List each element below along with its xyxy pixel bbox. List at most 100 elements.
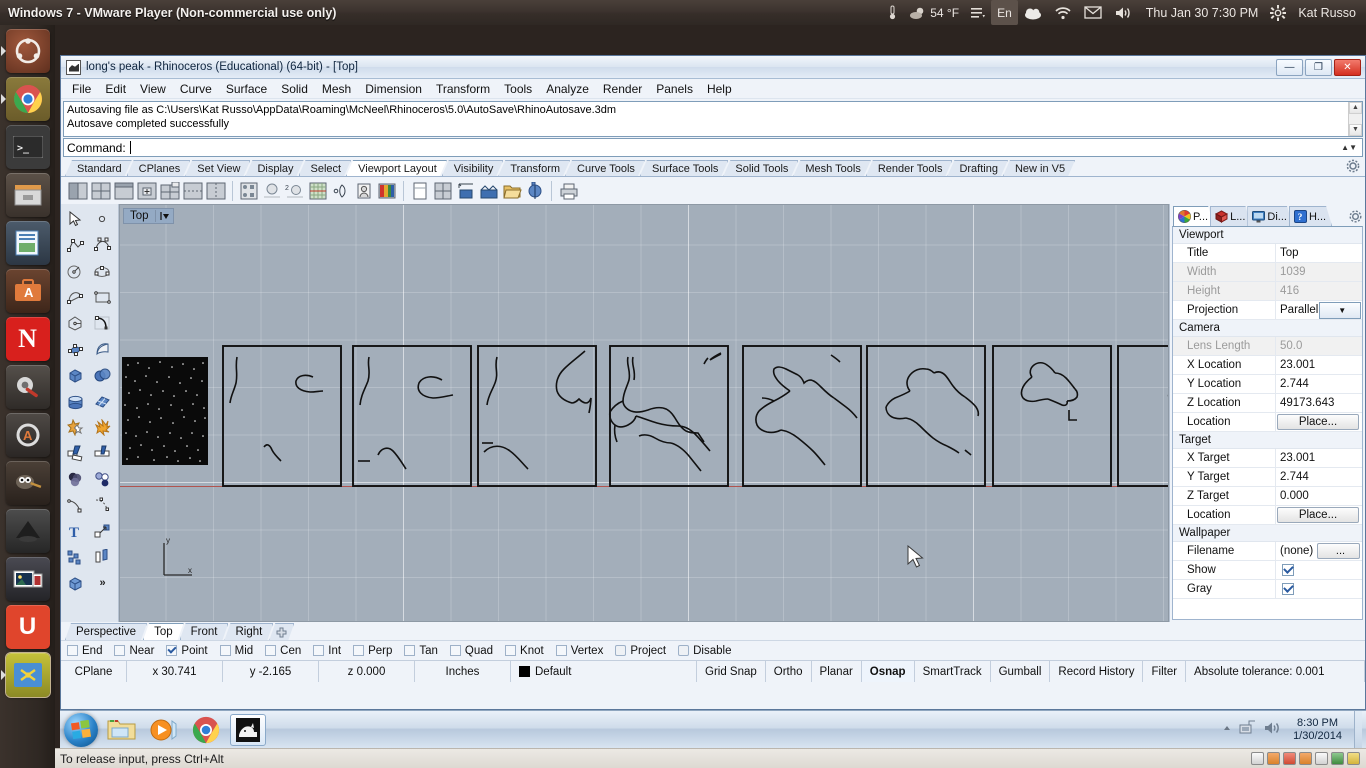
osnap-perp-checkbox[interactable] xyxy=(353,645,365,656)
taskbar-windows-explorer[interactable] xyxy=(104,714,140,746)
osnap-mid-checkbox[interactable] xyxy=(219,645,231,656)
row-y-target[interactable]: Y Target 2.744 xyxy=(1173,468,1362,487)
named-position-icon[interactable] xyxy=(353,180,375,202)
show-hidden-icons-arrow[interactable] xyxy=(1221,722,1233,737)
menu-curve[interactable]: Curve xyxy=(173,80,219,98)
row-projection[interactable]: Projection Parallel ▼ xyxy=(1173,301,1362,320)
volume-icon[interactable] xyxy=(1108,0,1140,25)
panel-datetime[interactable]: Thu Jan 30 7:30 PM xyxy=(1140,0,1265,25)
menu-render[interactable]: Render xyxy=(596,80,649,98)
new-layout-icon[interactable] xyxy=(409,180,431,202)
launcher-item-terminal[interactable]: >_ xyxy=(5,125,50,169)
tabgroup-solid-tools[interactable]: Solid Tools xyxy=(723,160,798,176)
target-place-button[interactable]: Place... xyxy=(1277,507,1359,523)
osnap-perp[interactable]: Perp xyxy=(353,645,392,657)
viewport-single-icon[interactable] xyxy=(113,180,135,202)
arc-icon[interactable] xyxy=(62,284,89,310)
move-icon[interactable] xyxy=(89,518,116,544)
row-z-location[interactable]: Z Location 49173.643 xyxy=(1173,394,1362,413)
launcher-item-software-updater[interactable]: A xyxy=(5,413,50,457)
taskbar-windows-media-player[interactable] xyxy=(146,714,182,746)
taskbar-rhinoceros[interactable] xyxy=(230,713,266,746)
launcher-item-system-settings[interactable] xyxy=(5,365,50,409)
tabgroup-transform[interactable]: Transform xyxy=(498,160,570,176)
osnap-int[interactable]: Int xyxy=(313,645,341,657)
session-gear-icon[interactable] xyxy=(1264,0,1292,25)
maximize-button[interactable]: ❐ xyxy=(1305,58,1332,76)
status-layer[interactable]: Default xyxy=(535,666,571,678)
status-record-history[interactable]: Record History xyxy=(1050,661,1144,682)
status-planar[interactable]: Planar xyxy=(812,661,862,682)
osnap-cen[interactable]: Cen xyxy=(265,645,301,657)
tabgroup-curve-tools[interactable]: Curve Tools xyxy=(565,160,645,176)
osnap-knot[interactable]: Knot xyxy=(505,645,544,657)
tabgroup-render-tools[interactable]: Render Tools xyxy=(866,160,953,176)
wallpaper-browse-button[interactable]: ... xyxy=(1317,543,1360,559)
menu-dimension[interactable]: Dimension xyxy=(358,80,429,98)
osnap-near[interactable]: Near xyxy=(114,645,154,657)
launcher-item-files[interactable] xyxy=(5,173,50,217)
status-smarttrack[interactable]: SmartTrack xyxy=(915,661,991,682)
cd-drive-icon[interactable] xyxy=(1267,752,1280,765)
start-button[interactable] xyxy=(64,712,98,747)
tabgroup-viewport-layout[interactable]: Viewport Layout xyxy=(346,160,447,176)
hard-disk-icon[interactable] xyxy=(1251,752,1264,765)
projection-dropdown-icon[interactable]: ▼ xyxy=(1319,301,1361,319)
viewport-split-vertical2-icon[interactable] xyxy=(205,180,227,202)
panel-username[interactable]: Kat Russo xyxy=(1292,0,1366,25)
tabgroup-standard[interactable]: Standard xyxy=(65,160,132,176)
taskbar-clock[interactable]: 8:30 PM 1/30/2014 xyxy=(1287,717,1348,743)
viewport-maximize-icon[interactable] xyxy=(159,180,181,202)
osnap-project-checkbox[interactable] xyxy=(615,645,627,656)
osnap-quad-checkbox[interactable] xyxy=(449,645,461,656)
command-input-row[interactable]: Command: ▲▼ xyxy=(63,138,1363,157)
mail-icon[interactable] xyxy=(1078,0,1108,25)
surface-loft-icon[interactable] xyxy=(89,336,116,362)
row-y-target-value[interactable]: 2.744 xyxy=(1276,468,1362,486)
row-z-target-value[interactable]: 0.000 xyxy=(1276,487,1362,505)
curve-control-points-icon[interactable] xyxy=(89,232,116,258)
osnap-vertex-checkbox[interactable] xyxy=(555,645,567,656)
taskbar-google-chrome[interactable] xyxy=(188,714,224,746)
wifi-icon[interactable] xyxy=(1048,0,1078,25)
status-gumball[interactable]: Gumball xyxy=(991,661,1051,682)
osnap-disable-checkbox[interactable] xyxy=(678,645,690,656)
more-tools-chevron-icon[interactable]: » xyxy=(89,570,116,596)
tabgroup-set-view[interactable]: Set View xyxy=(185,160,250,176)
command-expander-icon[interactable]: ▲▼ xyxy=(1341,143,1359,152)
row-z-location-value[interactable]: 49173.643 xyxy=(1276,394,1362,412)
row-title-value[interactable]: Top xyxy=(1276,244,1362,262)
shaded-sphere-icon[interactable] xyxy=(261,180,283,202)
blend-curve-icon[interactable] xyxy=(89,310,116,336)
volume-icon[interactable] xyxy=(1263,720,1281,739)
status-osnap[interactable]: Osnap xyxy=(861,661,915,682)
scroll-up-arrow[interactable]: ▲ xyxy=(1349,102,1362,114)
osnap-int-checkbox[interactable] xyxy=(313,645,325,656)
curve-edit-icon[interactable] xyxy=(62,492,89,518)
launcher-item-netflix[interactable]: N xyxy=(5,317,50,361)
menu-panels[interactable]: Panels xyxy=(649,80,700,98)
viewport-split-horizontal-icon[interactable] xyxy=(182,180,204,202)
menu-file[interactable]: File xyxy=(65,80,98,98)
row-projection-value-wrap[interactable]: Parallel ▼ xyxy=(1276,301,1362,319)
panel-tab-layers[interactable]: L... xyxy=(1210,206,1251,226)
osnap-vertex[interactable]: Vertex xyxy=(555,645,603,657)
ellipse-icon[interactable] xyxy=(89,258,116,284)
row-gray[interactable]: Gray xyxy=(1173,580,1362,599)
launcher-item-inkscape[interactable] xyxy=(5,509,50,553)
rectangle-icon[interactable] xyxy=(89,284,116,310)
menu-analyze[interactable]: Analyze xyxy=(539,80,596,98)
keyboard-layout-indicator[interactable]: En xyxy=(991,0,1018,25)
command-history-scrollbar[interactable]: ▲ ▼ xyxy=(1348,102,1362,136)
wallpaper-show-checkbox[interactable] xyxy=(1282,564,1294,576)
sphere-icon[interactable] xyxy=(89,362,116,388)
osnap-quad[interactable]: Quad xyxy=(449,645,493,657)
row-y-location-value[interactable]: 2.744 xyxy=(1276,375,1362,393)
viewport-title-button[interactable]: Top xyxy=(123,208,174,224)
camera-place-button[interactable]: Place... xyxy=(1277,414,1359,430)
panel-tab-display[interactable]: Di... xyxy=(1247,206,1293,226)
launcher-item-ubuntu-dash[interactable] xyxy=(0,29,50,73)
osnap-mid[interactable]: Mid xyxy=(219,645,253,657)
row-y-location[interactable]: Y Location 2.744 xyxy=(1173,375,1362,394)
menu-mesh[interactable]: Mesh xyxy=(315,80,358,98)
